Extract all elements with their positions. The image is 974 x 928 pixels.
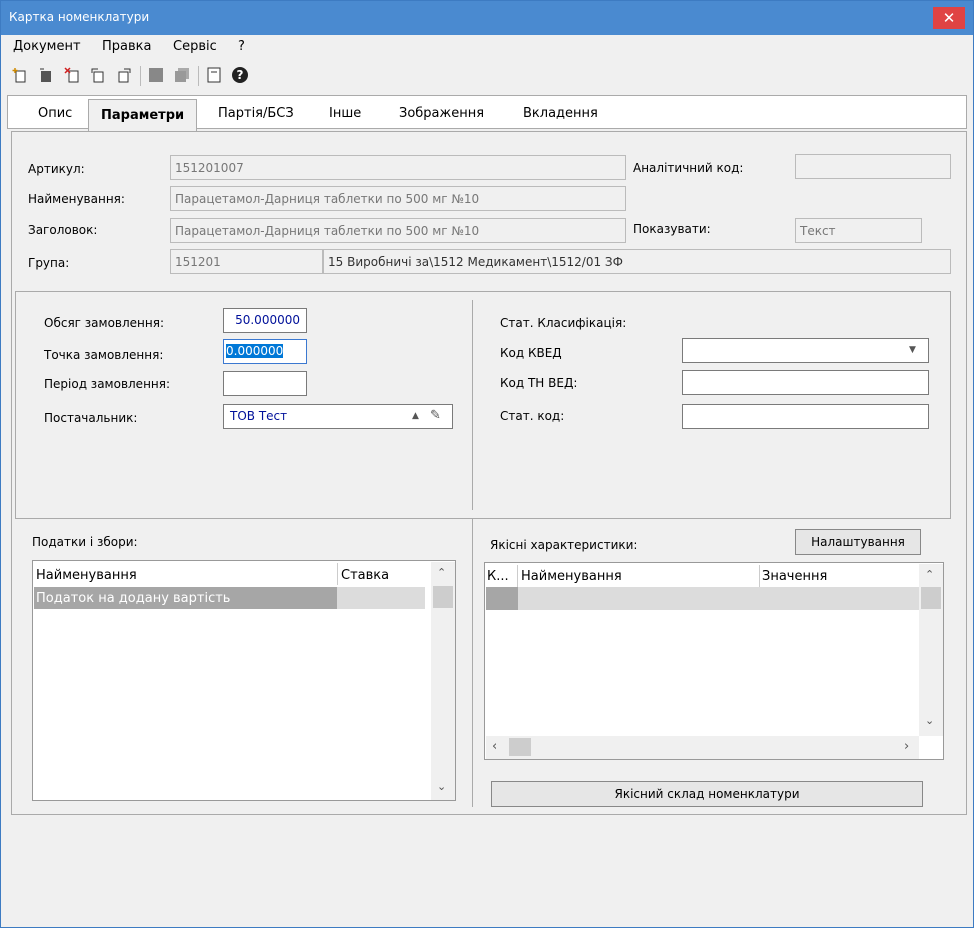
article-field: 151201007 — [170, 155, 626, 180]
order-point-value: 0.000000 — [226, 344, 284, 358]
tax-name-cell: Податок на додану вартість — [36, 591, 231, 606]
quality-col-code[interactable]: К... — [487, 569, 509, 584]
menu-service[interactable]: Сервіс — [173, 39, 217, 54]
group-code-field: 151201 — [170, 249, 323, 274]
tab-strip: Опис Параметри Партія/БСЗ Інше Зображенн… — [7, 95, 967, 131]
tab-images[interactable]: Зображення — [399, 106, 484, 121]
scroll-down-icon[interactable]: ⌄ — [437, 780, 446, 793]
scroll-right-icon[interactable]: › — [904, 739, 909, 754]
caret-up-icon[interactable]: ▲ — [412, 411, 419, 421]
copy-icon[interactable] — [35, 64, 57, 86]
taxes-scrollbar[interactable]: ⌃ ⌄ — [431, 562, 455, 800]
menu-help[interactable]: ? — [238, 39, 245, 54]
tnved-input[interactable] — [682, 370, 929, 395]
quality-col-value[interactable]: Значення — [762, 569, 827, 584]
toolbar: ? — [1, 61, 973, 91]
menu-bar: Документ Правка Сервіс ? — [1, 35, 973, 59]
tab-batch[interactable]: Партія/БСЗ — [218, 106, 294, 121]
chevron-down-icon[interactable]: ▼ — [909, 345, 916, 355]
properties-icon[interactable] — [203, 64, 225, 86]
scroll-down-icon[interactable]: ⌄ — [925, 714, 934, 727]
order-volume-input[interactable]: 50.000000 — [223, 308, 307, 333]
taxes-grid: Найменування Ставка Податок на додану ва… — [32, 560, 456, 801]
window-title: Картка номенклатури — [9, 10, 150, 24]
stat-title: Стат. Класифікація: — [500, 316, 627, 330]
tab-other[interactable]: Інше — [329, 106, 361, 121]
new-icon[interactable] — [9, 64, 31, 86]
taxes-col-name[interactable]: Найменування — [36, 568, 137, 583]
supplier-value: ТОВ Тест — [230, 409, 288, 423]
scroll-left-icon[interactable]: ‹ — [492, 739, 497, 754]
parameters-panel: Артикул: 151201007 Найменування: Парацет… — [11, 131, 967, 815]
menu-document[interactable]: Документ — [13, 39, 81, 54]
analytic-code-label: Аналітичний код: — [633, 161, 744, 175]
stat-code-input[interactable] — [682, 404, 929, 429]
analytic-code-field — [795, 154, 951, 179]
table-row[interactable]: Податок на додану вартість — [34, 587, 337, 609]
order-period-label: Період замовлення: — [44, 377, 171, 391]
close-button[interactable]: ✕ — [933, 7, 965, 29]
settings-button[interactable]: Налаштування — [795, 529, 921, 555]
order-period-input[interactable] — [223, 371, 307, 396]
quality-title: Якісні характеристики: — [490, 538, 638, 552]
group-label: Група: — [28, 256, 70, 270]
tab-attachments[interactable]: Вкладення — [523, 106, 598, 121]
quality-row-selector[interactable] — [486, 587, 518, 610]
pencil-icon[interactable]: ✎ — [430, 408, 441, 423]
tab-description[interactable]: Опис — [38, 106, 72, 121]
article-label: Артикул: — [28, 162, 85, 176]
heading-field: Парацетамол-Дарниця таблетки по 500 мг №… — [170, 218, 626, 243]
kved-select[interactable]: ▼ — [682, 338, 929, 363]
scroll-up-icon[interactable]: ⌃ — [925, 568, 934, 581]
quality-vscrollbar[interactable]: ⌃ ⌄ — [919, 564, 943, 736]
tab-parameters[interactable]: Параметри — [88, 99, 198, 131]
redo-icon[interactable] — [113, 64, 135, 86]
name-label: Найменування: — [28, 192, 125, 206]
order-point-input[interactable]: 0.000000 — [223, 339, 307, 364]
taxes-col-rate[interactable]: Ставка — [341, 568, 389, 583]
show-label: Показувати: — [633, 222, 711, 236]
help-icon[interactable]: ? — [229, 64, 251, 86]
save-icon[interactable] — [145, 64, 167, 86]
quality-grid: К... Найменування Значення ⌃ ⌄ ‹ › — [484, 562, 944, 760]
help-icon-glyph: ? — [237, 68, 244, 82]
delete-icon[interactable] — [61, 64, 83, 86]
quality-hscrollbar[interactable]: ‹ › — [486, 736, 919, 759]
save-all-icon[interactable] — [171, 64, 193, 86]
menu-edit[interactable]: Правка — [102, 39, 151, 54]
show-field: Текст — [795, 218, 922, 243]
stat-code-label: Стат. код: — [500, 409, 565, 423]
quality-composition-button[interactable]: Якісний склад номенклатури — [491, 781, 923, 807]
supplier-input[interactable]: ТОВ Тест ▲ ✎ — [223, 404, 453, 429]
kved-label: Код КВЕД — [500, 346, 562, 360]
scroll-thumb[interactable] — [433, 586, 453, 608]
title-bar: Картка номенклатури ✕ — [1, 1, 973, 35]
tnved-label: Код ТН ВЕД: — [500, 376, 578, 390]
heading-label: Заголовок: — [28, 223, 98, 237]
hscroll-thumb[interactable] — [509, 738, 531, 756]
undo-icon[interactable] — [87, 64, 109, 86]
order-point-label: Точка замовлення: — [44, 348, 164, 362]
taxes-title: Податки і збори: — [32, 535, 138, 549]
quality-col-name[interactable]: Найменування — [521, 569, 622, 584]
table-row[interactable] — [518, 587, 919, 610]
order-volume-label: Обсяг замовлення: — [44, 316, 164, 330]
scroll-up-icon[interactable]: ⌃ — [437, 566, 446, 579]
main-window: Картка номенклатури ✕ Документ Правка Се… — [0, 0, 974, 928]
tax-rate-cell[interactable] — [337, 587, 425, 609]
group-path-field: 15 Виробничі за\1512 Медикамент\1512/01 … — [323, 249, 951, 274]
name-field: Парацетамол-Дарниця таблетки по 500 мг №… — [170, 186, 626, 211]
supplier-label: Постачальник: — [44, 411, 138, 425]
scroll-thumb[interactable] — [921, 587, 941, 609]
